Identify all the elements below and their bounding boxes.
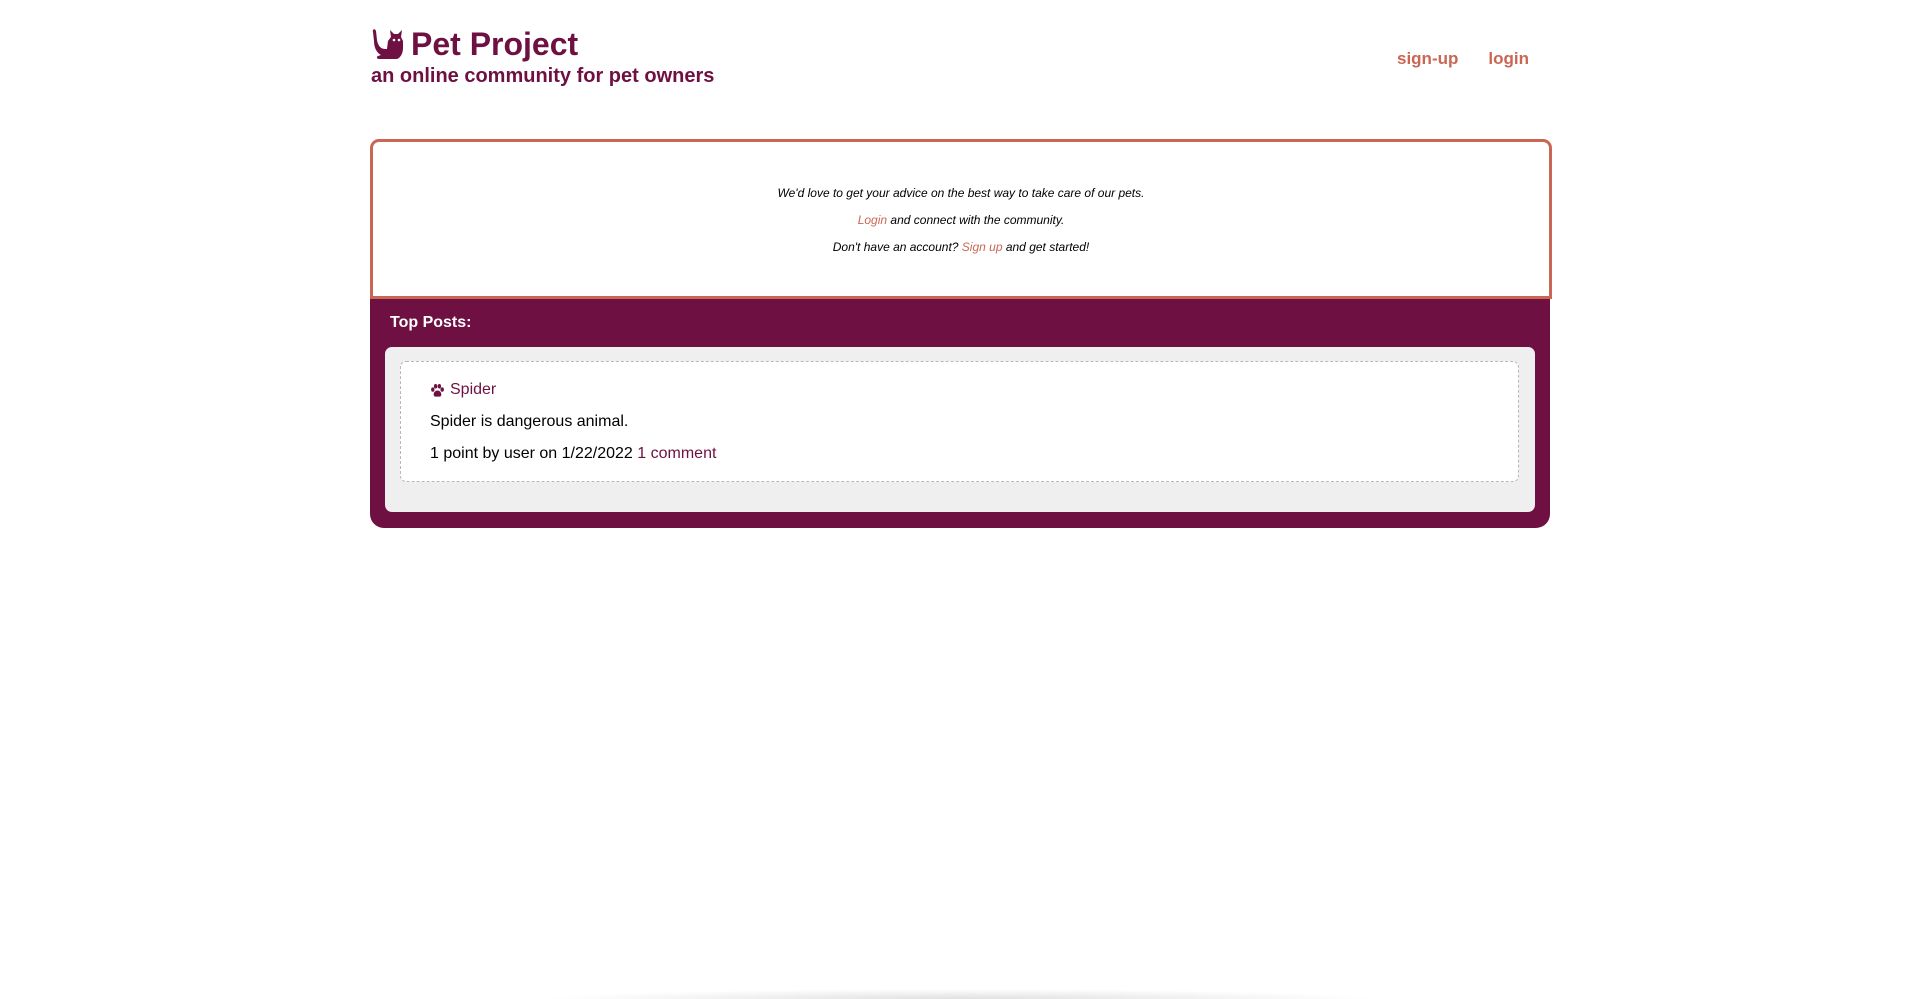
welcome-line-2-text: and connect with the community. [887, 213, 1065, 227]
site-header: Pet Project an online community for pet … [371, 26, 1549, 96]
post-card: Spider Spider is dangerous animal. 1 poi… [400, 361, 1519, 482]
welcome-line-2: Login and connect with the community. [373, 213, 1549, 227]
top-posts-heading: Top Posts: [390, 314, 472, 331]
top-posts-section: Top Posts: Spider Spider is dangerous an… [370, 299, 1550, 528]
signup-link[interactable]: sign-up [1397, 49, 1458, 69]
brand: Pet Project an online community for pet … [371, 26, 714, 88]
site-title-text: Pet Project [411, 26, 579, 62]
welcome-line-3: Don't have an account? Sign up and get s… [373, 240, 1549, 254]
welcome-line-3-suffix: and get started! [1002, 240, 1090, 254]
posts-panel: Spider Spider is dangerous animal. 1 poi… [385, 347, 1535, 512]
post-title-text: Spider [450, 381, 497, 398]
welcome-line-1: We'd love to get your advice on the best… [777, 186, 1145, 200]
page: Pet Project an online community for pet … [0, 0, 1920, 999]
welcome-line-3-prefix: Don't have an account? [832, 240, 962, 254]
paw-icon [430, 383, 445, 398]
welcome-card: We'd love to get your advice on the best… [370, 139, 1552, 299]
cat-icon [371, 28, 405, 60]
welcome-signup-link[interactable]: Sign up [962, 240, 1003, 254]
login-link[interactable]: login [1488, 49, 1529, 69]
site-tagline: an online community for pet owners [371, 65, 715, 87]
welcome-login-link[interactable]: Login [858, 213, 887, 227]
post-body: Spider is dangerous animal. [430, 413, 629, 430]
post-title-link[interactable]: Spider [430, 381, 496, 399]
post-comments-link[interactable]: 1 comment [637, 445, 716, 462]
site-title[interactable]: Pet Project [371, 26, 714, 62]
post-meta-text: 1 point by user on 1/22/2022 [430, 445, 638, 462]
post-meta: 1 point by user on 1/22/2022 1 comment [430, 445, 716, 463]
bottom-shadow [540, 989, 1380, 999]
top-nav: sign-up login [1397, 49, 1529, 69]
